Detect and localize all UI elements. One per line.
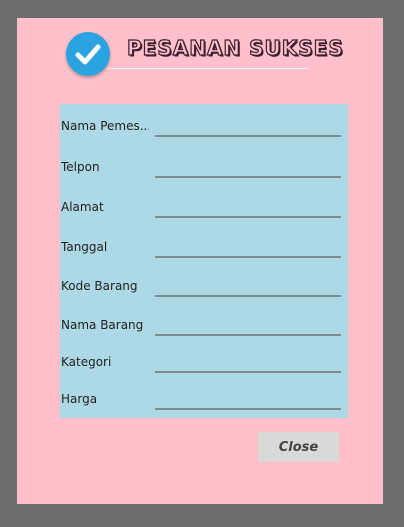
field-value-line	[155, 256, 341, 258]
field-label: Kategori	[61, 355, 112, 369]
field-row-kategori: Kategori	[60, 349, 348, 379]
field-label: Kode Barang	[61, 279, 138, 293]
order-details-panel: Nama Pemes... Telpon Alamat Tanggal Kode…	[60, 104, 348, 418]
dialog-title: PESANAN SUKSES	[126, 35, 344, 60]
field-row-telpon: Telpon	[60, 154, 348, 184]
field-label: Nama Pemes...	[61, 119, 149, 133]
field-row-kode-barang: Kode Barang	[60, 273, 348, 303]
field-value-line	[155, 334, 341, 336]
field-value-line	[155, 371, 341, 373]
field-row-nama-barang: Nama Barang	[60, 312, 348, 342]
field-label: Tanggal	[61, 240, 108, 254]
title-underline	[107, 68, 309, 69]
field-value-line	[155, 295, 341, 297]
field-value-line	[155, 176, 341, 178]
field-row-alamat: Alamat	[60, 194, 348, 224]
field-label: Alamat	[61, 200, 104, 214]
field-label: Nama Barang	[61, 318, 144, 332]
field-value-line	[155, 408, 341, 410]
field-label: Telpon	[61, 160, 100, 174]
field-row-harga: Harga	[60, 386, 348, 416]
field-label: Harga	[61, 392, 98, 406]
field-row-tanggal: Tanggal	[60, 234, 348, 264]
field-row-nama-pemesan: Nama Pemes...	[60, 113, 348, 143]
field-value-line	[155, 216, 341, 218]
check-circle-icon	[66, 32, 110, 76]
close-button[interactable]: Close	[258, 432, 339, 462]
field-value-line	[155, 135, 341, 137]
success-dialog: PESANAN SUKSES Nama Pemes... Telpon Alam…	[17, 18, 383, 504]
